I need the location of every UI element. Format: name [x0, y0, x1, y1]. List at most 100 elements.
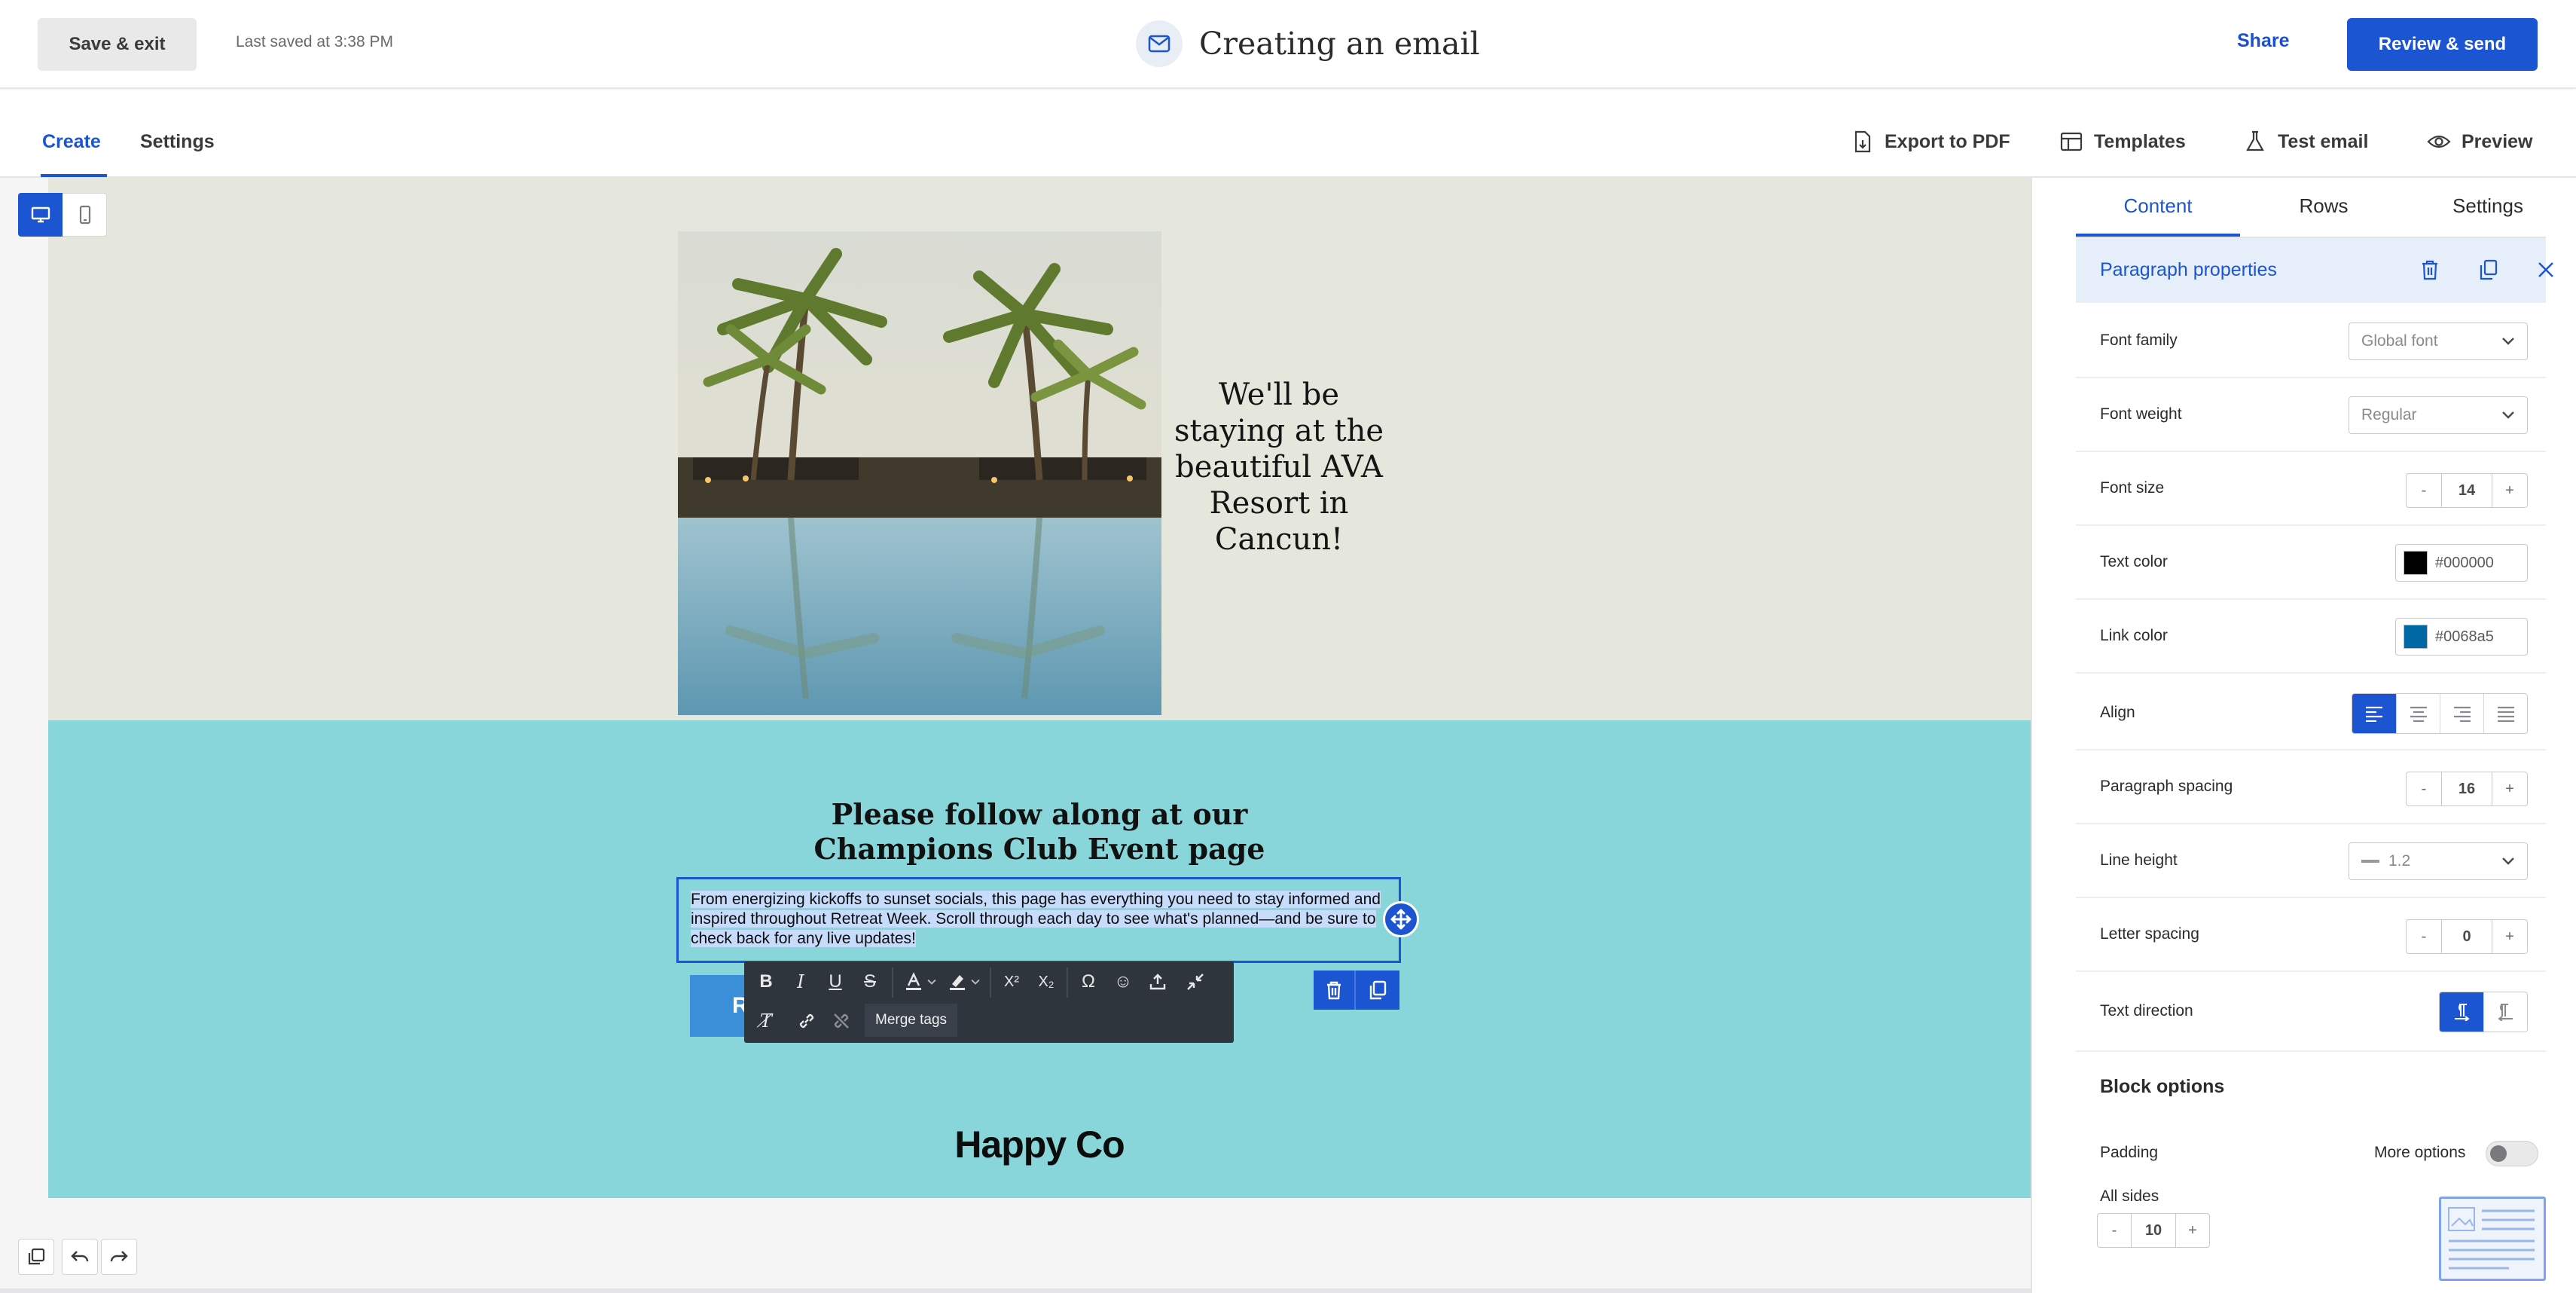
decrement-button[interactable]: - [2098, 1214, 2131, 1247]
text-color-picker[interactable]: #000000 [2395, 544, 2528, 582]
letter-spacing-row: Letter spacing - 0 + [2076, 898, 2546, 972]
templates-button[interactable]: Templates [2059, 125, 2186, 158]
align-right-button[interactable] [2440, 694, 2483, 733]
strikethrough-icon[interactable]: S [854, 966, 886, 998]
letter-spacing-value[interactable]: 0 [2441, 920, 2492, 953]
font-family-select[interactable]: Global font [2349, 322, 2528, 360]
event-heading[interactable]: Please follow along at our Champions Clu… [776, 797, 1303, 867]
paragraph-text[interactable]: From energizing kickoffs to sunset socia… [691, 890, 1387, 949]
collapse-icon[interactable] [1180, 966, 1211, 998]
desktop-icon [31, 206, 50, 223]
font-size-stepper: - 14 + [2406, 473, 2528, 508]
redo-button[interactable] [101, 1239, 137, 1275]
export-pdf-icon [1854, 130, 1871, 153]
share-button[interactable]: Share [2237, 30, 2289, 52]
panel-tab-rows[interactable]: Rows [2242, 194, 2406, 218]
resort-heading[interactable]: We'll be staying at the beautiful AVA Re… [1166, 377, 1392, 558]
align-justify-button[interactable] [2483, 694, 2527, 733]
tab-settings[interactable]: Settings [140, 131, 215, 153]
increment-button[interactable]: + [2492, 474, 2527, 507]
font-weight-row: Font weight Regular [2076, 378, 2546, 452]
canvas-scrollbar[interactable] [0, 1288, 2031, 1293]
chevron-down-icon[interactable] [923, 966, 940, 998]
undo-button[interactable] [62, 1239, 98, 1275]
letter-spacing-stepper: - 0 + [2406, 919, 2528, 954]
special-char-icon[interactable]: Ω [1073, 966, 1104, 998]
more-options-label: More options [2374, 1144, 2466, 1161]
font-weight-select[interactable]: Regular [2349, 396, 2528, 434]
page-title-group: Creating an email [1136, 20, 1480, 68]
padding-label: Padding [2100, 1144, 2159, 1161]
chevron-down-icon[interactable] [967, 966, 984, 998]
paragraph-spacing-row: Paragraph spacing - 16 + [2076, 750, 2546, 824]
test-email-button[interactable]: Test email [2243, 125, 2368, 158]
panel-tab-settings[interactable]: Settings [2406, 194, 2570, 218]
export-pdf-button[interactable]: Export to PDF [1850, 125, 2010, 158]
link-color-picker[interactable]: #0068a5 [2395, 618, 2528, 656]
link-color-value[interactable]: #0068a5 [2435, 628, 2494, 646]
save-exit-button[interactable]: Save & exit [38, 18, 197, 71]
chevron-down-icon [2502, 857, 2514, 865]
rtl-button[interactable] [2483, 992, 2527, 1032]
underline-icon[interactable]: U [819, 966, 851, 998]
align-label: Align [2100, 704, 2135, 721]
copy-icon[interactable] [2474, 255, 2504, 285]
italic-icon[interactable]: I [785, 966, 816, 998]
upload-icon[interactable] [1142, 966, 1174, 998]
align-center-button[interactable] [2396, 694, 2440, 733]
layers-icon [28, 1248, 45, 1265]
align-justify-icon [2497, 706, 2514, 722]
templates-label: Templates [2094, 130, 2186, 152]
emoji-icon[interactable]: ☺ [1107, 966, 1139, 998]
layers-button[interactable] [18, 1239, 54, 1275]
desktop-view-button[interactable] [18, 193, 63, 237]
undo-icon [71, 1251, 89, 1262]
block-delete-button[interactable] [1314, 971, 1356, 1010]
link-icon[interactable] [791, 1005, 823, 1037]
decrement-button[interactable]: - [2407, 772, 2441, 805]
test-email-label: Test email [2278, 130, 2369, 152]
ltr-button[interactable] [2440, 992, 2483, 1032]
preview-button[interactable]: Preview [2427, 125, 2533, 158]
export-pdf-label: Export to PDF [1885, 130, 2010, 152]
paragraph-spacing-stepper: - 16 + [2406, 772, 2528, 806]
close-icon[interactable] [2531, 255, 2561, 285]
font-size-value[interactable]: 14 [2441, 474, 2492, 507]
increment-button[interactable]: + [2492, 920, 2527, 953]
block-duplicate-button[interactable] [1356, 971, 1399, 1010]
panel-tab-content[interactable]: Content [2076, 194, 2240, 218]
increment-button[interactable]: + [2492, 772, 2527, 805]
active-tab-indicator [41, 174, 107, 177]
padding-value[interactable]: 10 [2131, 1214, 2176, 1247]
clear-format-icon[interactable]: T̸ [750, 1005, 782, 1037]
link-color-swatch[interactable] [2404, 625, 2428, 649]
move-icon[interactable] [1383, 901, 1419, 937]
text-color-swatch[interactable] [2404, 551, 2428, 575]
subscript-icon[interactable]: X₂ [1030, 966, 1062, 998]
trash-icon[interactable] [2415, 255, 2445, 285]
toolbar-separator [892, 967, 893, 998]
mobile-view-button[interactable] [63, 193, 107, 237]
tab-create[interactable]: Create [42, 131, 101, 153]
paragraph-spacing-value[interactable]: 16 [2441, 772, 2492, 805]
superscript-icon[interactable]: X² [996, 966, 1027, 998]
ltr-direction-icon [2455, 1004, 2470, 1021]
align-button-group [2352, 693, 2528, 734]
increment-button[interactable]: + [2176, 1214, 2209, 1247]
unlink-icon[interactable] [826, 1005, 857, 1037]
line-height-select[interactable]: 1.2 [2349, 842, 2528, 880]
text-color-value[interactable]: #000000 [2435, 555, 2494, 572]
align-left-button[interactable] [2352, 694, 2396, 733]
rich-text-toolbar: B I U S X² X₂ Ω ☺ T̸ Merge tags [744, 961, 1234, 1043]
merge-tags-button[interactable]: Merge tags [865, 1004, 958, 1037]
paragraph-block-selected[interactable]: From energizing kickoffs to sunset socia… [676, 877, 1401, 963]
resort-pool-image[interactable] [678, 231, 1161, 715]
review-send-button[interactable]: Review & send [2347, 18, 2538, 71]
decrement-button[interactable]: - [2407, 920, 2441, 953]
padding-preview-image [2439, 1197, 2546, 1281]
font-size-row: Font size - 14 + [2076, 452, 2546, 526]
bold-icon[interactable]: B [750, 966, 782, 998]
mail-icon [1136, 20, 1183, 67]
chevron-down-icon [2502, 338, 2514, 345]
decrement-button[interactable]: - [2407, 474, 2441, 507]
